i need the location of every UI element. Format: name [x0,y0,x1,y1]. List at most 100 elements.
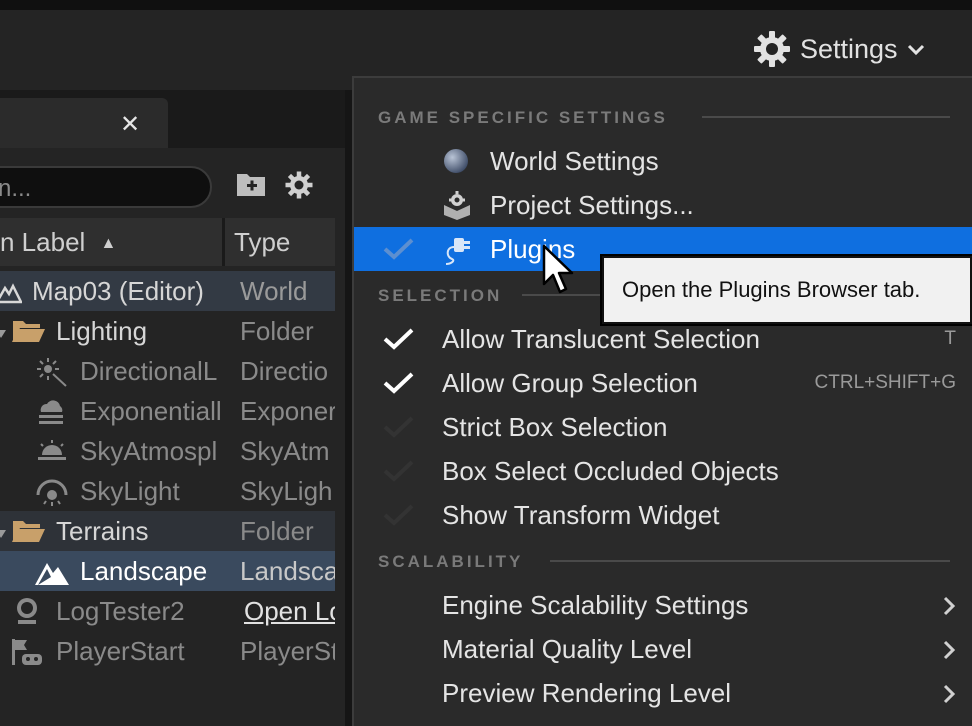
row-type: PlayerSt [240,636,335,666]
landscape-icon [34,557,70,591]
settings-dropdown-menu: GAME SPECIFIC SETTINGS World Settings Pr… [352,76,972,726]
outliner-tree: Map03 (Editor) World Lighting Folder Dir… [0,271,335,671]
menu-item-label: Box Select Occluded Objects [442,456,779,486]
row-label: SkyAtmospl [80,436,218,466]
toolbar-strip [0,0,972,10]
expand-arrow-icon[interactable] [0,521,8,551]
sort-ascending-icon: ▲ [100,235,117,253]
checkmark-icon [382,237,416,266]
sky-atmosphere-icon [36,439,68,471]
settings-gear-icon[interactable] [284,170,314,205]
expand-arrow-icon[interactable] [0,321,8,351]
row-type: SkyAtm [240,436,330,466]
project-settings-icon [442,191,472,226]
row-label: Landscape [80,556,208,586]
settings-button[interactable]: Settings [752,28,926,70]
directional-light-icon [36,357,68,391]
row-type: Folder [240,316,314,346]
tree-row-landscape[interactable]: Landscape Landsca [0,551,335,591]
close-icon[interactable]: ✕ [120,110,140,139]
row-type: Folder [240,516,314,546]
section-divider [702,116,950,118]
row-type: Exponer [240,396,335,426]
menu-item-label: Engine Scalability Settings [442,590,749,620]
checkmark-icon [382,371,416,400]
player-start-icon [10,637,44,671]
row-type: Landsca [240,556,335,586]
tree-row-directional-light[interactable]: DirectionalL Directio [0,351,335,391]
settings-label: Settings [800,33,898,64]
folder-open-icon [12,319,46,350]
row-label: Exponentiall [80,396,222,426]
section-header-scalability: SCALABILITY [378,552,524,571]
checkmark-icon [382,503,416,532]
actor-pawn-icon [12,596,42,631]
checkmark-icon [382,459,416,488]
outliner-tab[interactable]: ✕ [0,98,168,148]
tree-row-terrains[interactable]: Terrains Folder [0,511,335,551]
chevron-right-icon [942,639,956,666]
label-column-header[interactable]: n Label ▲ [0,218,225,266]
chevron-right-icon [942,595,956,622]
outliner-body: n... n Label ▲ Type Map03 (Editor) World… [0,148,345,726]
row-label: SkyLight [80,476,180,506]
gear-icon [752,29,792,69]
fog-cloud-icon [36,398,68,431]
globe-icon [442,147,470,180]
row-label: Map03 (Editor) [32,276,204,306]
menu-item-project-settings[interactable]: Project Settings... [354,183,972,227]
add-folder-icon[interactable] [236,170,266,203]
menu-item-label: Preview Rendering Level [442,678,732,708]
world-outliner-panel: ✕ n... n Label ▲ Type Map03 (Editor) Wor… [0,90,345,726]
menu-item-label: Strict Box Selection [442,412,668,442]
row-label: Lighting [56,316,148,346]
menu-item-label: Show Transform Widget [442,500,720,530]
section-divider [550,560,950,562]
row-label: DirectionalL [80,356,218,386]
tree-row-exponential-fog[interactable]: Exponentiall Exponer [0,391,335,431]
menu-item-engine-scalability[interactable]: Engine Scalability Settings [354,583,972,627]
row-label: Terrains [56,516,149,546]
menu-item-label: Allow Group Selection [442,368,698,398]
menu-item-label: Project Settings... [490,190,694,220]
section-header-game-specific: GAME SPECIFIC SETTINGS [378,108,668,127]
tree-row-map03[interactable]: Map03 (Editor) World [0,271,335,311]
shortcut-label: CTRL+SHIFT+G [814,372,956,393]
menu-item-label: Material Quality Level [442,634,692,664]
row-label: LogTester2 [56,596,185,626]
row-type: SkyLigh [240,476,333,506]
column-header: n Label ▲ Type [0,218,335,266]
mouse-cursor-icon [542,244,576,301]
menu-item-material-quality[interactable]: Material Quality Level [354,627,972,671]
tree-row-sky-atmosphere[interactable]: SkyAtmospl SkyAtm [0,431,335,471]
open-level-link[interactable]: Open Lo [244,591,335,631]
checkmark-icon [382,415,416,444]
checkmark-icon [382,327,416,356]
plugins-tooltip: Open the Plugins Browser tab. [600,254,972,326]
row-label: PlayerStart [56,636,185,666]
row-type: Directio [240,356,329,386]
label-column-text: n Label [0,227,86,257]
tooltip-text: Open the Plugins Browser tab. [604,258,970,322]
menu-item-world-settings[interactable]: World Settings [354,139,972,183]
row-type: World [240,276,308,306]
menu-item-box-select-occluded[interactable]: Box Select Occluded Objects [354,449,972,493]
search-input[interactable]: n... [0,166,212,208]
menu-item-allow-group-selection[interactable]: Allow Group Selection CTRL+SHIFT+G [354,361,972,405]
tree-row-skylight[interactable]: SkyLight SkyLigh [0,471,335,511]
menu-item-preview-rendering[interactable]: Preview Rendering Level [354,671,972,715]
menu-item-strict-box-selection[interactable]: Strict Box Selection [354,405,972,449]
tree-row-playerstart[interactable]: PlayerStart PlayerSt [0,631,335,671]
tree-row-logtester2[interactable]: LogTester2 Open Lo [0,591,335,631]
world-map-icon [0,280,24,311]
folder-open-icon [12,519,46,550]
skylight-icon [36,477,68,511]
menu-item-label: World Settings [490,146,659,176]
type-column-header[interactable]: Type [234,218,290,266]
plugin-icon [442,235,474,270]
tree-row-lighting[interactable]: Lighting Folder [0,311,335,351]
chevron-down-icon [906,39,926,59]
section-header-selection: SELECTION [378,286,503,305]
menu-item-show-transform-widget[interactable]: Show Transform Widget [354,493,972,537]
chevron-right-icon [942,683,956,710]
